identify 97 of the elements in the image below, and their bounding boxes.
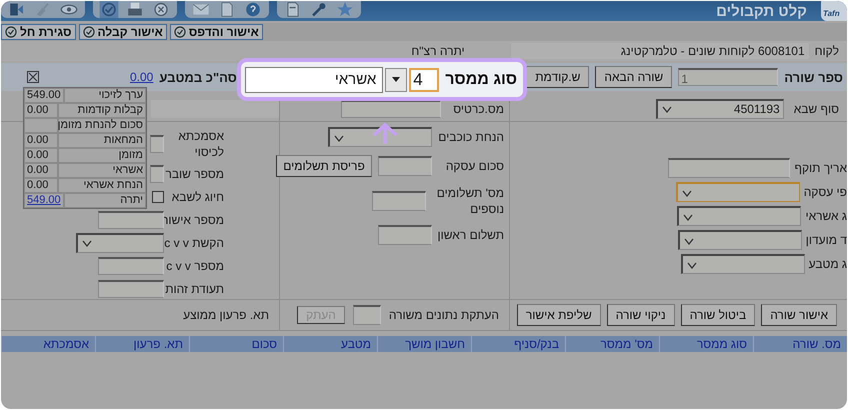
- field-label: אסמכתא לכיסוי: [177, 128, 224, 160]
- input-field[interactable]: [378, 225, 432, 245]
- check-icon[interactable]: [82, 26, 95, 38]
- chevron-icon[interactable]: [660, 104, 673, 114]
- dropdown-button[interactable]: [385, 68, 408, 92]
- nav-button[interactable]: שורה הבאה: [595, 66, 672, 88]
- column-header: אסמכתא: [1, 336, 95, 352]
- copy-label: העתקת נתונים משורה: [388, 308, 499, 322]
- row-button[interactable]: ניקוי שורה: [606, 304, 675, 326]
- help-icon[interactable]: [243, 1, 263, 18]
- field-label: ד מועדון: [806, 233, 847, 247]
- input-field[interactable]: [668, 158, 790, 178]
- field-label: ג מטבע: [808, 257, 847, 271]
- column-header: מס' ממסר: [565, 336, 659, 352]
- field-label: חיוג לשבא: [170, 188, 224, 204]
- table-cell: 0.00: [24, 178, 58, 193]
- dropdown[interactable]: 4501193: [656, 98, 784, 118]
- dropdown[interactable]: [328, 127, 432, 147]
- input-field[interactable]: [150, 135, 164, 153]
- nav-button[interactable]: ש.קודמת: [526, 66, 590, 88]
- caret-icon[interactable]: [392, 76, 400, 82]
- column-header: בנק/סניף: [471, 336, 565, 352]
- row-button[interactable]: אישור שורה: [761, 304, 837, 326]
- column-header: תא. פרעון: [95, 336, 189, 352]
- line-label: ספר שורה: [784, 70, 843, 84]
- customer-value: 6008101 לקוחות שונים - טלמרקטינג: [510, 43, 809, 59]
- table-cell: 0.00: [24, 148, 58, 163]
- callout-label: סוג ממסר: [445, 70, 517, 88]
- input-field[interactable]: [372, 191, 426, 211]
- check-icon[interactable]: [99, 1, 119, 18]
- input-field[interactable]: [98, 210, 164, 228]
- table-cell: 0.00: [24, 103, 58, 118]
- column-header: חשבון מושך: [377, 336, 471, 352]
- input-field[interactable]: [150, 164, 164, 182]
- table-cell: יתרה: [64, 193, 146, 208]
- action-button[interactable]: סגירת חל: [1, 24, 76, 40]
- field-label: מס.כרטיס: [453, 102, 504, 116]
- input-field[interactable]: [352, 305, 381, 325]
- checkbox[interactable]: [152, 190, 164, 202]
- field-label: הקשת c v v: [164, 234, 224, 250]
- field-label: סכום עסקה: [444, 158, 504, 174]
- column-header: מס. שורה: [753, 336, 847, 352]
- input-field[interactable]: [151, 100, 279, 118]
- dropdown[interactable]: [678, 230, 802, 250]
- field-label: מספר אישור: [164, 212, 224, 228]
- input-field[interactable]: [98, 280, 164, 298]
- field-label: תשלום ראשון: [438, 227, 504, 243]
- check-icon[interactable]: [174, 26, 186, 38]
- total-link[interactable]: 0.00: [130, 70, 154, 84]
- code-field[interactable]: 4: [409, 68, 440, 92]
- field-label: ג אשראי: [805, 209, 847, 223]
- dropdown[interactable]: [76, 232, 164, 252]
- balance-label: יתרה רצ"ח: [411, 44, 465, 58]
- window-title: קלט תקבולים: [716, 2, 807, 20]
- installments-button[interactable]: פריסת תשלומים: [276, 155, 372, 177]
- up-arrow-icon[interactable]: [372, 122, 398, 144]
- column-header: סוג ממסר: [659, 336, 753, 352]
- dropdown[interactable]: [680, 254, 805, 274]
- table-cell: 0.00: [24, 163, 58, 178]
- customer-label: לקוח: [814, 44, 839, 58]
- input-field[interactable]: [378, 156, 432, 176]
- table-cell: מזומן: [58, 148, 146, 163]
- field-label: סוף שבא: [794, 102, 839, 116]
- table-cell: סכום להנחת מזומן: [58, 118, 146, 133]
- field-label: אריך תוקף: [794, 161, 847, 175]
- logo: Tafn: [821, 1, 847, 21]
- field-label: תעודת זהות: [164, 280, 224, 296]
- printer-icon[interactable]: [125, 1, 145, 18]
- balance-link[interactable]: 549.00: [24, 193, 64, 208]
- table-cell: אשראי: [58, 163, 146, 178]
- star-icon[interactable]: [335, 1, 355, 18]
- type-field[interactable]: אשראי: [245, 66, 384, 92]
- table-cell: קבלות קודמות: [58, 103, 146, 118]
- table-cell: המחאות: [58, 133, 146, 148]
- action-button[interactable]: אישור והדפס: [170, 24, 263, 40]
- table-cell: הנחת אשראי: [58, 178, 146, 193]
- line-number-field[interactable]: 1: [678, 68, 778, 86]
- field-label: פי עסקה: [804, 185, 847, 199]
- total-label: סה"כ במטבע: [159, 70, 237, 84]
- table-cell: 0.00: [24, 133, 58, 148]
- table-cell: 549.00: [24, 88, 64, 103]
- average-label: תא. פרעון ממוצע: [183, 308, 269, 322]
- close-icon[interactable]: [27, 71, 39, 83]
- row-button[interactable]: שליפת אישור: [516, 304, 601, 326]
- column-header: סכום: [189, 336, 283, 352]
- field-label: הנחת כוכבים: [438, 129, 504, 145]
- action-button[interactable]: אישור קבלה: [78, 24, 167, 40]
- field-label: מספר שובר: [164, 166, 224, 182]
- dropdown[interactable]: [677, 206, 802, 226]
- field-label: מספר c v v: [165, 258, 224, 274]
- chevron-icon[interactable]: [81, 238, 93, 248]
- row-button[interactable]: ביטול שורה: [680, 304, 756, 326]
- field-label: מס' תשלומים נוספים: [436, 185, 504, 217]
- column-header: מטבע: [283, 336, 377, 352]
- table-cell: ערך לזיכוי: [64, 88, 146, 103]
- input-field[interactable]: [98, 256, 164, 274]
- check-icon[interactable]: [5, 26, 17, 38]
